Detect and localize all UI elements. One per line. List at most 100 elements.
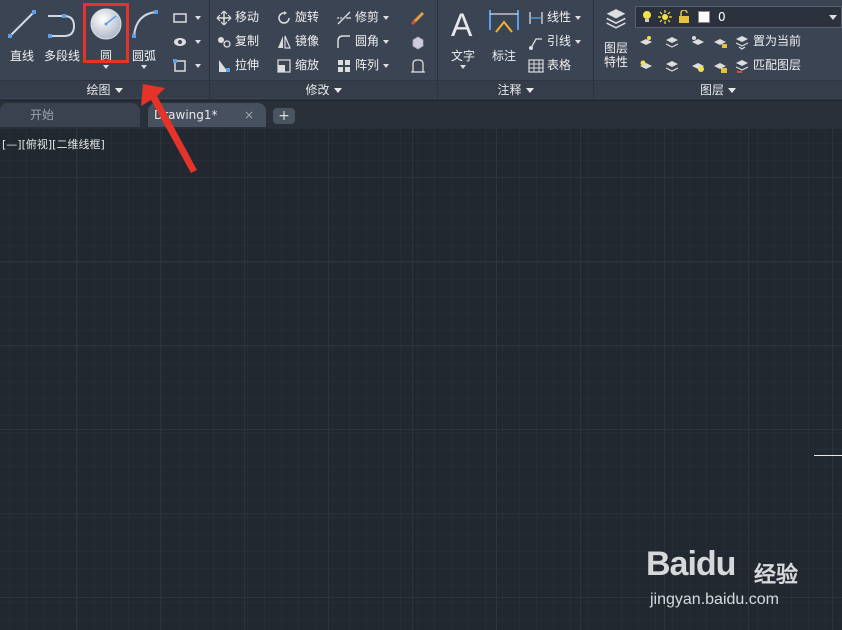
- layer-tool-4[interactable]: [712, 31, 731, 51]
- set-current-icon: [735, 35, 749, 50]
- trim-icon: [337, 11, 351, 24]
- layer-tool-1[interactable]: [638, 31, 657, 51]
- chevron-down-icon[interactable]: [460, 65, 466, 69]
- layer-tool-8[interactable]: [712, 55, 731, 75]
- close-icon[interactable]: ×: [244, 103, 254, 127]
- rectangle-tool-button[interactable]: [172, 7, 201, 27]
- mirror-icon: [278, 35, 291, 49]
- text-label: 文字: [450, 49, 475, 63]
- baidu-watermark: Baidu 经验 jingyan.baidu.com: [646, 545, 836, 625]
- document-tab-bar: 开始 Drawing1* × +: [0, 101, 842, 129]
- layer-tool-3[interactable]: [690, 31, 709, 51]
- watermark-url: jingyan.baidu.com: [650, 591, 779, 608]
- layer-tool-2[interactable]: [664, 31, 683, 51]
- layer-color-swatch: [698, 11, 710, 23]
- lightbulb-icon: [643, 11, 651, 22]
- hatch-tool-button[interactable]: [172, 31, 201, 51]
- chevron-down-icon[interactable]: [383, 15, 390, 20]
- fillet-icon: [337, 34, 350, 48]
- new-tab-button[interactable]: +: [273, 108, 295, 124]
- arc-icon: [132, 10, 158, 38]
- dimension-icon: [489, 10, 519, 33]
- mirror-button[interactable]: 镜像: [276, 31, 319, 51]
- layer-on-icon: [640, 60, 652, 69]
- chevron-down-icon[interactable]: [141, 65, 147, 69]
- stretch-button[interactable]: 拉伸: [216, 55, 259, 75]
- match-layer-icon: [735, 59, 749, 73]
- set-current-label: 置为当前: [753, 34, 802, 48]
- sun-icon: [658, 10, 672, 24]
- modify-panel: 移动 旋转 修剪 复制 镜像 圆角 拉伸 缩放 阵列 修改: [210, 0, 438, 100]
- chevron-down-icon[interactable]: [383, 63, 390, 68]
- chevron-down-icon[interactable]: [383, 39, 390, 44]
- chevron-down-icon[interactable]: [195, 39, 201, 44]
- dimension-tool-button[interactable]: 标注: [482, 4, 526, 74]
- stretch-icon: [219, 59, 230, 72]
- annotation-panel: A 文字 标注 线性 引线 表格 注释: [438, 0, 594, 100]
- chevron-down-icon[interactable]: [103, 65, 109, 69]
- line-tool-button[interactable]: 直线: [0, 4, 44, 74]
- text-tool-button[interactable]: A 文字: [441, 4, 485, 74]
- linear-dimension-button[interactable]: 线性: [528, 7, 582, 27]
- layers-panel-title-text: 图层: [699, 83, 724, 97]
- chevron-down-icon[interactable]: [575, 15, 582, 20]
- match-layer-button[interactable]: 匹配图层: [734, 55, 801, 75]
- layers-panel: 图层 特性 0 置为当前 匹配图层 图层: [594, 0, 842, 100]
- match-layer-label: 匹配图层: [753, 58, 802, 72]
- layer-tool-7[interactable]: [690, 55, 709, 75]
- text-icon: A: [451, 7, 473, 43]
- rotate-icon: [278, 10, 290, 24]
- rotate-button[interactable]: 旋转: [276, 7, 319, 27]
- explode-button[interactable]: [410, 31, 429, 51]
- scale-label: 缩放: [295, 58, 320, 72]
- offset-button[interactable]: [410, 55, 429, 75]
- layers-panel-title[interactable]: 图层: [594, 80, 842, 98]
- erase-button[interactable]: [410, 7, 429, 27]
- line-label: 直线: [9, 49, 34, 63]
- chevron-down-icon[interactable]: [195, 15, 201, 20]
- viewport-controls[interactable]: [—][俯视][二维线框]: [2, 136, 105, 152]
- explode-icon: [412, 36, 424, 49]
- layer-thaw-icon: [665, 60, 679, 72]
- chevron-down-icon[interactable]: [195, 63, 201, 68]
- copy-button[interactable]: 复制: [216, 31, 259, 51]
- polyline-tool-button[interactable]: 多段线: [40, 4, 84, 74]
- layer-lock-icon: [714, 62, 727, 73]
- chevron-down-icon: [728, 88, 736, 93]
- table-button[interactable]: 表格: [528, 55, 571, 75]
- array-button[interactable]: 阵列: [336, 55, 390, 75]
- move-icon: [216, 10, 232, 25]
- chevron-down-icon: [333, 88, 342, 93]
- array-icon: [338, 59, 350, 72]
- polyline-icon: [48, 14, 76, 38]
- array-label: 阵列: [355, 58, 380, 72]
- layer-walk-icon: [692, 62, 704, 72]
- modify-panel-title[interactable]: 修改: [210, 80, 437, 98]
- draw-panel-title-text: 绘图: [86, 83, 111, 97]
- chevron-down-icon[interactable]: [575, 39, 582, 44]
- annotation-panel-title[interactable]: 注释: [438, 80, 593, 98]
- layer-freeze-icon: [665, 36, 679, 48]
- layer-dropdown[interactable]: 0: [635, 6, 842, 28]
- layer-properties-button[interactable]: 图层 特性: [594, 4, 638, 74]
- offset-icon: [411, 58, 425, 73]
- leader-button[interactable]: 引线: [528, 31, 582, 51]
- fillet-button[interactable]: 圆角: [336, 31, 390, 51]
- dimension-label: 标注: [491, 49, 516, 63]
- layer-properties-label-2: 特性: [603, 55, 628, 69]
- region-tool-button[interactable]: [172, 55, 201, 75]
- layer-tool-6[interactable]: [664, 55, 683, 75]
- watermark-brand: 经验: [754, 563, 799, 588]
- polyline-label: 多段线: [43, 49, 80, 63]
- trim-button[interactable]: 修剪: [336, 7, 390, 27]
- chevron-down-icon[interactable]: [829, 15, 837, 20]
- layer-tool-5[interactable]: [638, 55, 657, 75]
- tab-start-label: 开始: [30, 108, 55, 122]
- scale-button[interactable]: 缩放: [276, 55, 319, 75]
- hatch-icon: [174, 37, 186, 46]
- chevron-down-icon: [114, 88, 123, 93]
- move-button[interactable]: 移动: [216, 7, 259, 27]
- set-current-button[interactable]: 置为当前: [734, 31, 801, 51]
- tab-start[interactable]: 开始: [0, 103, 140, 127]
- mirror-label: 镜像: [295, 34, 320, 48]
